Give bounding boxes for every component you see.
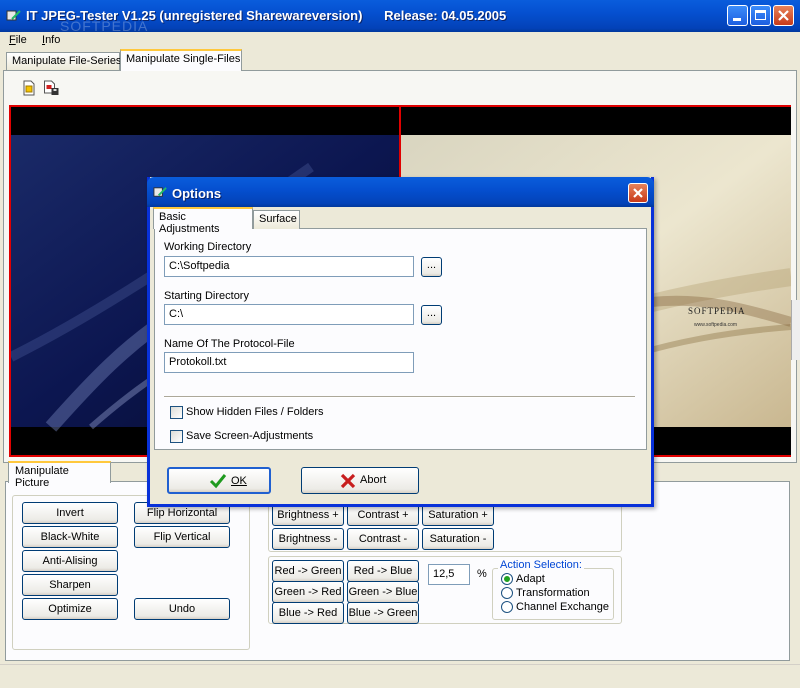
dialog-app-icon (153, 187, 167, 197)
invert-button[interactable]: Invert (22, 502, 118, 524)
show-hidden-label: Show Hidden Files / Folders (186, 406, 324, 418)
radio-adapt[interactable] (501, 573, 513, 585)
checkmark-icon (209, 474, 227, 489)
red-to-blue-button[interactable]: Red -> Blue (347, 560, 419, 582)
cross-icon (340, 473, 356, 489)
protocol-file-label: Name Of The Protocol-File (164, 338, 295, 350)
flip-vertical-button[interactable]: Flip Vertical (134, 526, 230, 548)
contrast-minus-button[interactable]: Contrast - (347, 528, 419, 550)
starting-directory-label: Starting Directory (164, 290, 249, 302)
radio-channel-exchange[interactable] (501, 601, 513, 613)
status-bar (0, 664, 800, 688)
green-to-red-button[interactable]: Green -> Red (272, 581, 344, 603)
optimize-button[interactable]: Optimize (22, 598, 118, 620)
tab-surface[interactable]: Surface (253, 210, 300, 229)
saturation-minus-button[interactable]: Saturation - (422, 528, 494, 550)
blue-to-green-button[interactable]: Blue -> Green (347, 602, 419, 624)
scroll-handle[interactable] (791, 300, 800, 360)
save-screen-label: Save Screen-Adjustments (186, 430, 314, 442)
browse-working-directory-button[interactable]: ... (421, 257, 442, 277)
red-to-green-button[interactable]: Red -> Green (272, 560, 344, 582)
undo-button[interactable]: Undo (134, 598, 230, 620)
tab-manipulate-single-files[interactable]: Manipulate Single-Files (120, 49, 242, 71)
options-dialog-title-bar (147, 177, 654, 207)
black-white-button[interactable]: Black-White (22, 526, 118, 548)
anti-alising-button[interactable]: Anti-Alising (22, 550, 118, 572)
dialog-close-button[interactable] (628, 183, 648, 203)
percent-input[interactable]: 12,5 (428, 564, 470, 585)
maximize-button[interactable] (750, 5, 771, 26)
percent-unit: % (477, 568, 487, 580)
save-screen-checkbox[interactable] (170, 430, 183, 443)
sharpen-button[interactable]: Sharpen (22, 574, 118, 596)
working-directory-input[interactable]: C:\Softpedia (164, 256, 414, 277)
green-to-blue-button[interactable]: Green -> Blue (347, 581, 419, 603)
menu-bar (0, 32, 800, 50)
abort-label: Abort (360, 474, 387, 486)
preview-brand: SOFTPEDIA (688, 306, 746, 316)
maximize-icon (755, 10, 766, 20)
starting-directory-input[interactable]: C:\ (164, 304, 414, 325)
dialog-divider (164, 396, 635, 398)
abort-button[interactable]: Abort (301, 467, 419, 494)
save-file-icon[interactable] (43, 80, 60, 96)
action-selection-label: Action Selection: (498, 559, 584, 571)
tab-basic-adjustments[interactable]: Basic Adjustments (153, 207, 253, 235)
preview-brand-url: www.softpedia.com (694, 322, 738, 328)
tab-manipulate-file-series[interactable]: Manipulate File-Series (6, 52, 121, 70)
open-file-icon[interactable] (22, 80, 36, 96)
close-button[interactable] (773, 5, 794, 26)
radio-transformation-label: Transformation (516, 587, 590, 599)
working-directory-label: Working Directory (164, 241, 252, 253)
saturation-plus-button[interactable]: Saturation + (422, 504, 494, 526)
show-hidden-checkbox[interactable] (170, 406, 183, 419)
minimize-icon (733, 18, 741, 21)
ok-button[interactable]: OK (167, 467, 271, 494)
blue-to-red-button[interactable]: Blue -> Red (272, 602, 344, 624)
options-dialog-title: Options (172, 186, 222, 201)
brightness-minus-button[interactable]: Brightness - (272, 528, 344, 550)
browse-starting-directory-button[interactable]: ... (421, 305, 442, 325)
close-icon (633, 188, 643, 198)
radio-transformation[interactable] (501, 587, 513, 599)
tab-manipulate-picture[interactable]: Manipulate Picture (8, 461, 111, 489)
minimize-button[interactable] (727, 5, 748, 26)
protocol-file-input[interactable]: Protokoll.txt (164, 352, 414, 373)
brightness-plus-button[interactable]: Brightness + (272, 504, 344, 526)
radio-adapt-label: Adapt (516, 573, 545, 585)
menu-file[interactable]: File (9, 34, 27, 46)
menu-info[interactable]: Info (42, 34, 60, 46)
close-icon (778, 10, 789, 21)
contrast-plus-button[interactable]: Contrast + (347, 504, 419, 526)
app-icon (6, 10, 21, 21)
ok-label: OK (231, 475, 247, 487)
radio-channel-exchange-label: Channel Exchange (516, 601, 609, 613)
